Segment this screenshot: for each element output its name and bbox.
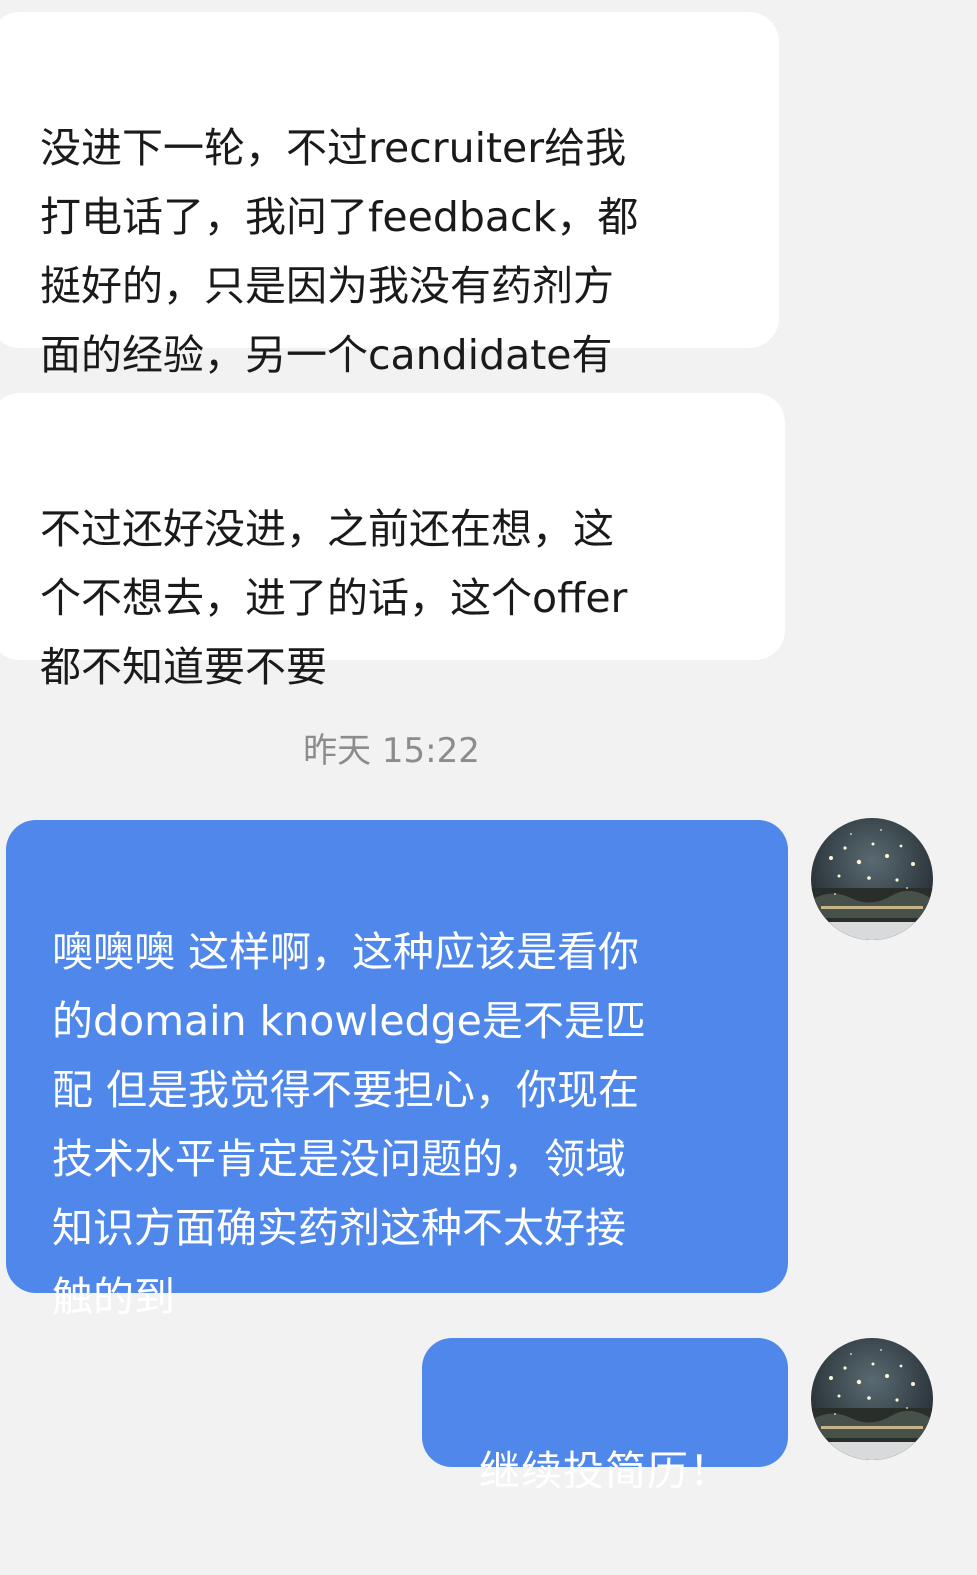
incoming-message-bubble[interactable]: 没进下一轮，不过recruiter给我 打电话了，我问了feedback，都 挺… (0, 12, 779, 379)
user-avatar-icon[interactable] (811, 1338, 933, 1460)
incoming-message-bubble[interactable]: 不过还好没进，之前还在想，这 个不想去，进了的话，这个offer 都不知道要不要 (0, 393, 785, 691)
outgoing-message-bubble[interactable]: 继续投简历！ (422, 1338, 788, 1495)
message-text: 没进下一轮，不过recruiter给我 打电话了，我问了feedback，都 挺… (40, 124, 639, 379)
message-text: 继续投简历！ (479, 1447, 731, 1495)
user-avatar-icon[interactable] (811, 818, 933, 940)
message-text: 不过还好没进，之前还在想，这 个不想去，进了的话，这个offer 都不知道要不要 (40, 505, 628, 691)
message-timestamp: 昨天 15:22 (303, 731, 480, 771)
outgoing-message-bubble[interactable]: 噢噢噢 这样啊，这种应该是看你 的domain knowledge是不是匹 配 … (6, 820, 788, 1321)
message-text: 噢噢噢 这样啊，这种应该是看你 的domain knowledge是不是匹 配 … (52, 928, 646, 1321)
